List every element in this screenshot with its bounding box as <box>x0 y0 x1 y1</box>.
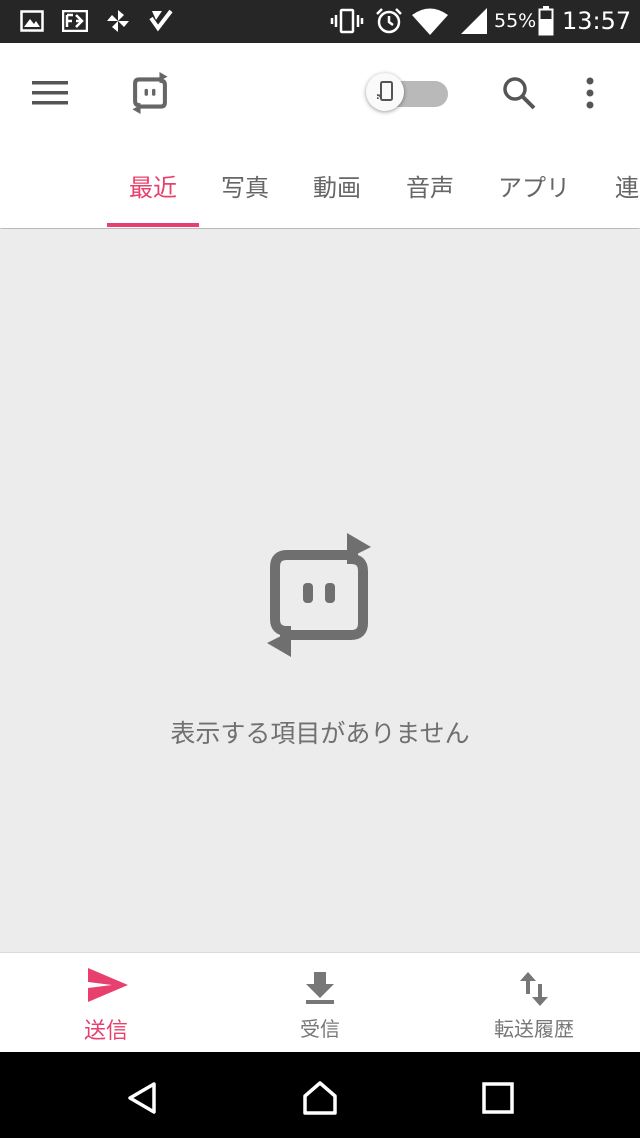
tab-contacts[interactable]: 連 <box>615 168 639 203</box>
battery-icon <box>538 6 554 36</box>
image-icon <box>20 10 44 32</box>
cast-phone-icon <box>376 81 393 101</box>
clock: 13:57 <box>562 7 632 35</box>
tab-photos[interactable]: 写真 <box>221 168 269 203</box>
recents-icon[interactable] <box>482 1082 514 1114</box>
hamburger-menu-icon[interactable] <box>32 80 68 106</box>
home-icon[interactable] <box>302 1080 338 1116</box>
download-icon <box>306 972 334 1004</box>
tab-apps[interactable]: アプリ <box>498 168 570 203</box>
back-icon[interactable] <box>126 1081 158 1115</box>
status-bar: 55% 13:57 <box>0 0 640 43</box>
pinwheel-icon <box>107 10 129 32</box>
send-anywhere-logo-icon <box>267 533 371 657</box>
battery-percent: 55% <box>494 10 537 32</box>
tab-recent[interactable]: 最近 <box>129 168 177 203</box>
tab-videos[interactable]: 動画 <box>313 168 361 203</box>
alarm-icon <box>376 8 402 34</box>
toggle-thumb <box>366 73 404 111</box>
signal-icon <box>461 8 487 34</box>
more-vert-icon[interactable] <box>584 77 596 109</box>
check-bolt-icon <box>149 9 173 32</box>
system-nav-bar <box>0 1052 640 1138</box>
swap-vert-icon <box>520 972 548 1006</box>
empty-state-message: 表示する項目がありません <box>170 719 470 748</box>
tab-indicator <box>107 223 199 227</box>
tab-audio[interactable]: 音声 <box>406 168 454 203</box>
nav-history-label: 転送履歴 <box>494 1017 574 1041</box>
vibrate-icon <box>330 8 364 34</box>
fc-app-icon <box>62 10 88 32</box>
send-anywhere-logo-icon <box>132 72 168 114</box>
search-icon[interactable] <box>502 76 536 110</box>
nav-send-label: 送信 <box>83 1019 128 1044</box>
nearby-share-toggle[interactable] <box>366 73 450 117</box>
nav-receive-label: 受信 <box>300 1017 340 1041</box>
wifi-icon <box>412 8 448 35</box>
send-icon <box>88 968 128 1002</box>
